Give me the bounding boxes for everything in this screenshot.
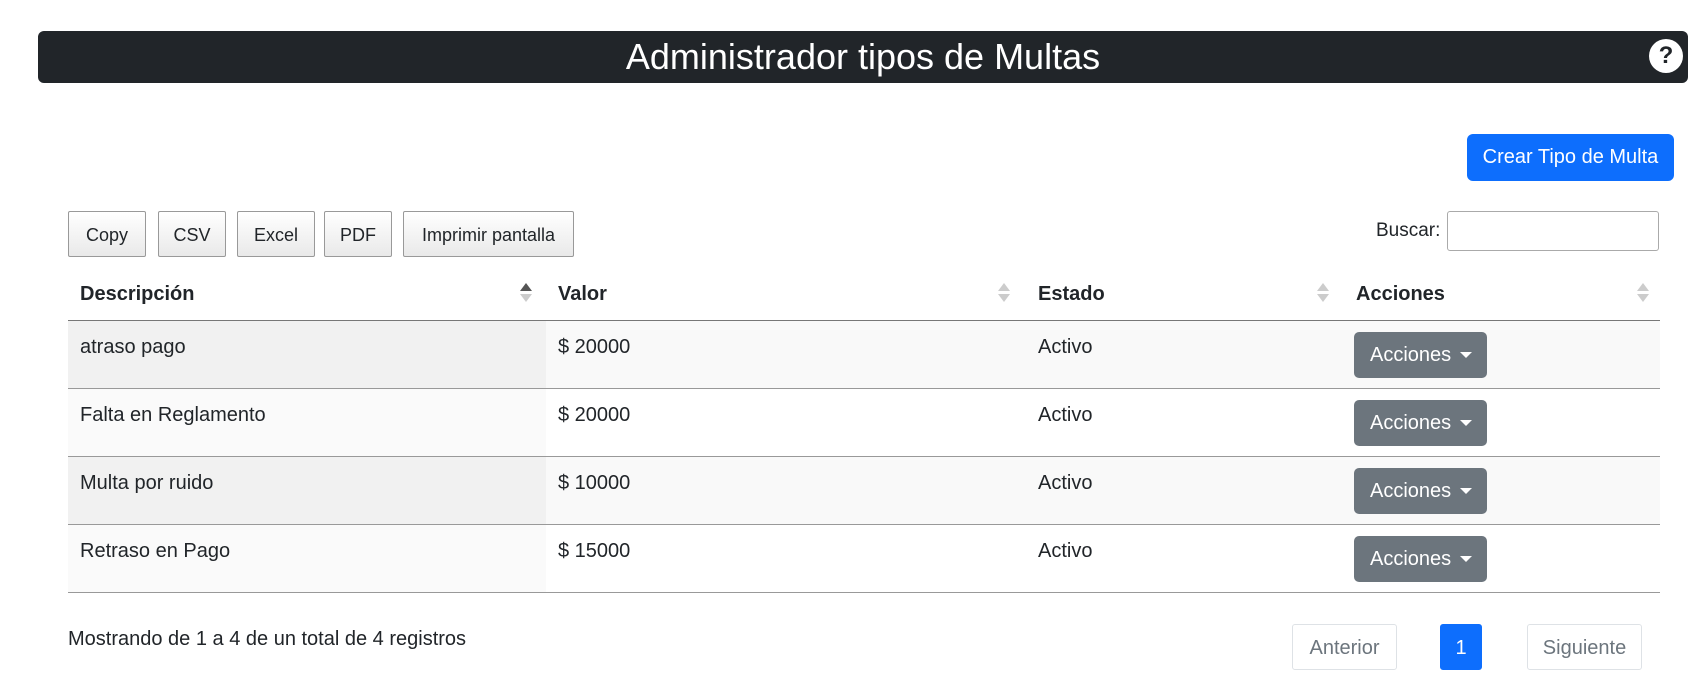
actions-dropdown-button[interactable]: Acciones <box>1354 536 1487 582</box>
next-page-button[interactable]: Siguiente <box>1527 624 1642 670</box>
table-header: Descripción Valor Estado Acciones <box>68 271 1660 321</box>
column-header-acciones[interactable]: Acciones <box>1356 271 1445 320</box>
pdf-button[interactable]: PDF <box>324 211 392 257</box>
caret-down-icon <box>1460 488 1472 494</box>
actions-label: Acciones <box>1370 344 1452 366</box>
cell-valor: $ 20000 <box>558 336 631 358</box>
fines-table: Descripción Valor Estado Acciones atraso… <box>68 271 1660 593</box>
excel-button[interactable]: Excel <box>237 211 315 257</box>
search-input[interactable] <box>1447 211 1659 251</box>
help-icon[interactable]: ? <box>1649 39 1683 73</box>
column-header-valor[interactable]: Valor <box>558 271 607 320</box>
cell-descripcion: Falta en Reglamento <box>80 404 266 426</box>
sort-icon[interactable] <box>1637 283 1649 307</box>
copy-button[interactable]: Copy <box>68 211 146 257</box>
cell-valor: $ 10000 <box>558 472 631 494</box>
caret-down-icon <box>1460 556 1472 562</box>
sort-icon[interactable] <box>520 283 532 307</box>
actions-dropdown-button[interactable]: Acciones <box>1354 332 1487 378</box>
sort-icon[interactable] <box>998 283 1010 307</box>
caret-down-icon <box>1460 420 1472 426</box>
cell-estado: Activo <box>1038 472 1093 494</box>
cell-estado: Activo <box>1038 404 1093 426</box>
cell-descripcion: atraso pago <box>80 336 186 358</box>
actions-label: Acciones <box>1370 548 1452 570</box>
sort-icon[interactable] <box>1317 283 1329 307</box>
print-button[interactable]: Imprimir pantalla <box>403 211 574 257</box>
table-row: Retraso en Pago $ 15000 Activo Acciones <box>68 525 1660 593</box>
cell-valor: $ 15000 <box>558 540 631 562</box>
page-header: Administrador tipos de Multas ? <box>38 31 1688 83</box>
page-title: Administrador tipos de Multas <box>625 36 1101 77</box>
actions-dropdown-button[interactable]: Acciones <box>1354 400 1487 446</box>
page-1-button[interactable]: 1 <box>1440 624 1482 670</box>
cell-estado: Activo <box>1038 336 1093 358</box>
previous-page-button[interactable]: Anterior <box>1292 624 1397 670</box>
cell-estado: Activo <box>1038 540 1093 562</box>
column-header-descripcion[interactable]: Descripción <box>80 271 194 320</box>
table-info: Mostrando de 1 a 4 de un total de 4 regi… <box>68 628 467 650</box>
column-header-estado[interactable]: Estado <box>1038 271 1105 320</box>
actions-label: Acciones <box>1370 412 1452 434</box>
search-label: Buscar: <box>1376 220 1441 241</box>
cell-descripcion: Multa por ruido <box>80 472 214 494</box>
csv-button[interactable]: CSV <box>158 211 226 257</box>
table-row: Multa por ruido $ 10000 Activo Acciones <box>68 457 1660 525</box>
actions-dropdown-button[interactable]: Acciones <box>1354 468 1487 514</box>
create-fine-type-button[interactable]: Crear Tipo de Multa <box>1467 134 1674 181</box>
table-row: Falta en Reglamento $ 20000 Activo Accio… <box>68 389 1660 457</box>
cell-descripcion: Retraso en Pago <box>80 540 231 562</box>
caret-down-icon <box>1460 352 1472 358</box>
cell-valor: $ 20000 <box>558 404 631 426</box>
actions-label: Acciones <box>1370 480 1452 502</box>
table-row: atraso pago $ 20000 Activo Acciones <box>68 321 1660 389</box>
